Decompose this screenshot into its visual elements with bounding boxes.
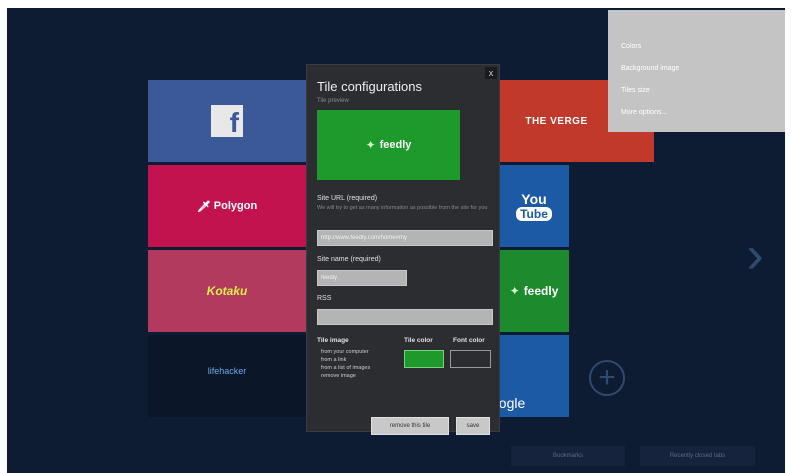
- menu-item-background-image[interactable]: Background image: [621, 65, 679, 72]
- tile-feedly[interactable]: ✦ feedly: [499, 250, 569, 332]
- site-name-input[interactable]: [317, 270, 407, 286]
- feedly-leaf-icon: ✦: [365, 138, 376, 152]
- image-option-from-link[interactable]: from a link: [321, 357, 346, 363]
- image-option-from-list[interactable]: from a list of images: [321, 365, 370, 371]
- font-color-picker[interactable]: [450, 350, 491, 368]
- menu-item-tiles-size[interactable]: Tiles size: [621, 87, 650, 94]
- menu-item-colors[interactable]: Colors: [621, 43, 641, 50]
- site-name-label: Site name (required): [317, 256, 381, 263]
- facebook-logo-icon: f: [211, 105, 243, 137]
- rss-label: RSS: [317, 295, 332, 302]
- recently-closed-tabs-button[interactable]: Recently closed tabs: [640, 446, 755, 466]
- tile-polygon-label: Polygon: [213, 200, 258, 212]
- tile-verge-label: THE VERGE: [525, 115, 588, 127]
- tile-feedly-label: feedly: [523, 284, 559, 298]
- youtube-you-text: You: [521, 191, 547, 207]
- site-url-input[interactable]: [317, 230, 493, 246]
- font-color-label: Font color: [453, 337, 485, 344]
- preview-label: Tile preview: [317, 98, 349, 104]
- close-icon: x: [488, 68, 494, 78]
- settings-menu: Colors Background image Tiles size More …: [608, 10, 785, 132]
- next-page-button[interactable]: ›: [740, 229, 770, 281]
- tile-kotaku[interactable]: Kotaku: [148, 250, 306, 332]
- tile-lifehacker[interactable]: lifehacker: [148, 335, 306, 417]
- close-dialog-button[interactable]: x: [485, 67, 497, 79]
- add-tile-button[interactable]: +: [589, 360, 625, 396]
- tile-image-label: Tile image: [317, 337, 349, 344]
- save-button[interactable]: save: [456, 417, 490, 435]
- dialog-title: Tile configurations: [317, 79, 423, 94]
- tile-preview: ✦ feedly: [317, 110, 460, 180]
- feedly-leaf-icon: ✦: [509, 284, 520, 298]
- new-tab-page: f 🗡︎ Polygon Kotaku lifehacker THE VERGE…: [7, 8, 785, 473]
- youtube-tube-text: Tube: [516, 207, 552, 221]
- tile-kotaku-label: Kotaku: [206, 284, 248, 298]
- tile-youtube[interactable]: You Tube: [499, 165, 569, 247]
- polygon-logo-icon: 🗡︎: [196, 200, 211, 213]
- tile-polygon[interactable]: 🗡︎ Polygon: [148, 165, 306, 247]
- tile-color-label: Tile color: [404, 337, 433, 344]
- plus-icon: +: [598, 361, 616, 394]
- chevron-right-icon: ›: [746, 226, 764, 284]
- remove-tile-button[interactable]: remove this tile: [371, 417, 449, 435]
- tile-color-picker[interactable]: [404, 350, 444, 368]
- tile-lifehacker-label: lifehacker: [207, 366, 247, 376]
- site-url-label: Site URL (required): [317, 195, 378, 202]
- image-option-remove[interactable]: remove image: [321, 373, 356, 379]
- bookmarks-button[interactable]: Bookmarks: [511, 446, 625, 466]
- tile-config-dialog: x Tile configurations Tile preview ✦ fee…: [306, 64, 500, 435]
- site-url-hint: We will try to get as many information a…: [317, 205, 488, 211]
- tile-facebook[interactable]: f: [148, 80, 306, 162]
- image-option-from-computer[interactable]: from your computer: [321, 349, 369, 355]
- youtube-logo-icon: You Tube: [516, 191, 552, 221]
- rss-input[interactable]: [317, 309, 493, 325]
- preview-tile-text: feedly: [379, 139, 412, 151]
- menu-item-more-options[interactable]: More options...: [621, 109, 667, 116]
- tile-google[interactable]: oogle: [491, 335, 569, 417]
